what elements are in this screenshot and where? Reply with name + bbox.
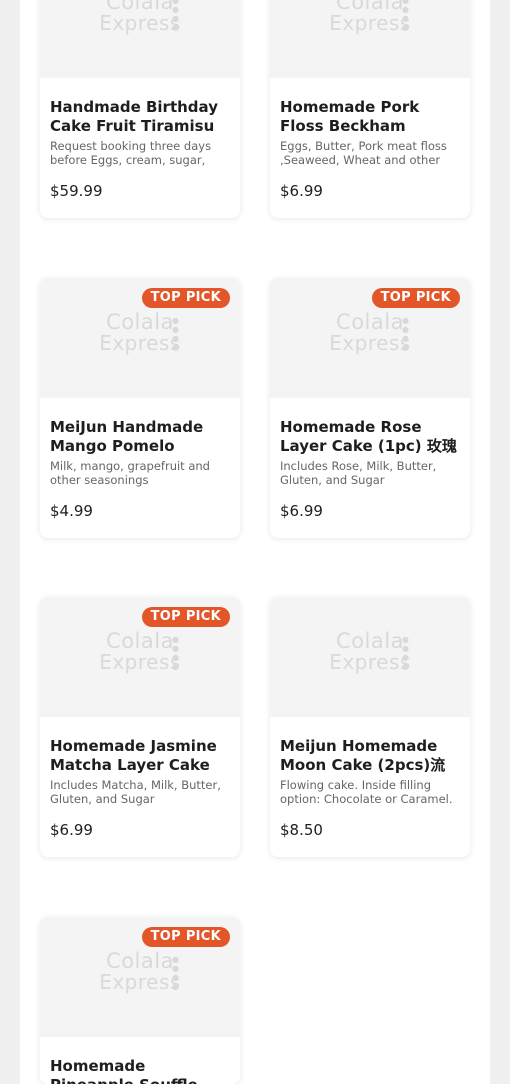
- product-card[interactable]: Colala Express ● ● ● ● TOP PICK Homemade Ja…: [40, 597, 240, 857]
- product-card[interactable]: Colala Express ●●●● TOP PICK Homemade Pi…: [40, 917, 240, 1084]
- product-description: Milk, mango, grapefruit and other season…: [50, 459, 210, 487]
- product-title[interactable]: Handmade Birthday Cake Fruit Tiramisu Ca…: [50, 98, 230, 136]
- colala-express-logo-icon: Colala Express ● ● ● ●: [329, 0, 411, 35]
- product-image[interactable]: Colala Express ● ● ● ● TOP PICK: [40, 278, 240, 398]
- colala-express-logo-icon: Colala Express ● ● ● ●: [329, 310, 411, 355]
- product-title[interactable]: Homemade Rose Layer Cake (1pc) 玫瑰千层蛋糕: [280, 418, 460, 456]
- product-card[interactable]: Colala Express ● ● ● ● Meijun Homemade Moon…: [270, 597, 470, 857]
- product-description: Includes Matcha, Milk, Butter, Gluten, a…: [50, 778, 221, 806]
- product-title[interactable]: Homemade Pineapple Souffle Bread （1pc）菠萝…: [50, 1057, 230, 1084]
- product-description: Eggs, Butter, Pork meat floss ,Seaweed, …: [280, 139, 447, 167]
- product-description: Request booking three days before Eggs, …: [50, 139, 212, 167]
- product-card[interactable]: Colala Express ● ● ● ● Handmade Birthday Ca…: [40, 0, 240, 218]
- top-pick-badge: TOP PICK: [371, 288, 460, 308]
- product-image[interactable]: Colala Express ● ● ● ● TOP PICK: [40, 917, 240, 1037]
- product-description: Includes Rose, Milk, Butter, Gluten, and…: [280, 459, 437, 487]
- top-pick-badge: TOP PICK: [141, 288, 230, 308]
- product-image[interactable]: Colala Express ● ● ● ●: [270, 0, 470, 78]
- product-price: $59.99: [50, 182, 103, 200]
- product-title[interactable]: Homemade Jasmine Matcha Layer Cake (1pc): [50, 737, 230, 775]
- colala-express-logo-icon: Colala Express ● ● ● ●: [99, 0, 181, 35]
- product-image[interactable]: Colala Express ● ● ● ● TOP PICK: [270, 278, 470, 398]
- product-image[interactable]: Colala Express ● ● ● ●: [270, 597, 470, 717]
- top-pick-badge: TOP PICK: [141, 927, 230, 947]
- top-pick-badge: TOP PICK: [141, 607, 230, 627]
- product-card[interactable]: Colala Express ● ● ● ● TOP PICK MeiJun Hand…: [40, 278, 240, 538]
- product-title[interactable]: Meijun Homemade Moon Cake (2pcs)流心月饼: [280, 737, 460, 775]
- product-card[interactable]: Colala Express ● ● ● ● Homemade Pork Floss …: [270, 0, 470, 218]
- product-title[interactable]: MeiJun Handmade Mango Pomelo Sago(1pc): [50, 418, 230, 456]
- colala-express-logo-icon: Colala Express ● ● ● ●: [329, 629, 411, 674]
- product-image[interactable]: Colala Express ● ● ● ●: [40, 0, 240, 78]
- product-price: $8.50: [280, 821, 323, 839]
- colala-express-logo-icon: Colala Express ● ● ● ●: [99, 949, 181, 994]
- colala-express-logo-icon: Colala Express ● ● ● ●: [99, 629, 181, 674]
- product-price: $6.99: [280, 182, 323, 200]
- product-price: $6.99: [50, 821, 93, 839]
- product-description: Flowing cake. Inside filling option: Cho…: [280, 778, 453, 806]
- product-title[interactable]: Homemade Pork Floss Beckham（2pcs）肉松贝克汉: [280, 98, 460, 136]
- product-card[interactable]: Colala Express ● ● ● ● TOP PICK Homemade Ro…: [270, 278, 470, 538]
- product-price: $4.99: [50, 502, 93, 520]
- colala-express-logo-icon: Colala Express ● ● ● ●: [99, 310, 181, 355]
- product-grid: Colala Express ● ● ● ● Handmade Birthday Ca…: [20, 0, 490, 1084]
- product-image[interactable]: Colala Express ● ● ● ● TOP PICK: [40, 597, 240, 717]
- product-price: $6.99: [280, 502, 323, 520]
